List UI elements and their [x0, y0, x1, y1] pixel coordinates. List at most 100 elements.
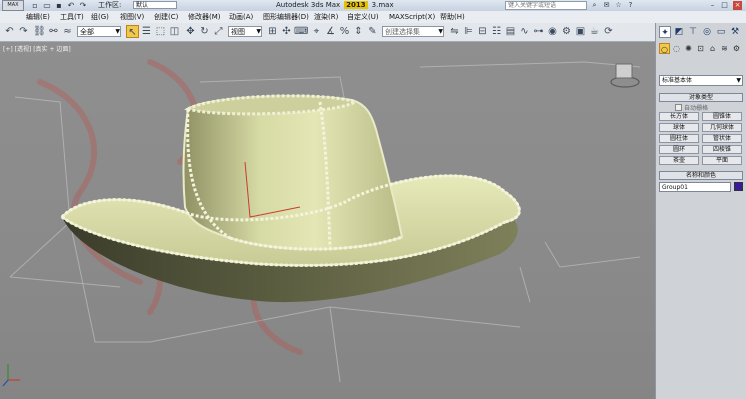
snaps-toggle-icon[interactable]: ⌖	[310, 25, 323, 38]
box-button[interactable]: 长方体	[659, 112, 699, 121]
plane-button[interactable]: 平面	[702, 156, 742, 165]
hat-crown	[182, 95, 404, 251]
shapes-icon[interactable]: ◌	[671, 43, 682, 54]
menu-group[interactable]: 组(G)	[91, 11, 109, 23]
keyboard-shortcut-override-icon[interactable]: ⌨	[294, 25, 308, 38]
select-and-move-icon[interactable]: ✥	[184, 25, 197, 38]
perspective-viewport[interactable]: [+] [透视] [真实 + 边面]	[0, 42, 655, 399]
torus-button[interactable]: 圆环	[659, 145, 699, 154]
undo-icon[interactable]: ↶	[66, 1, 76, 10]
object-color-swatch[interactable]	[734, 182, 743, 191]
menu-customize[interactable]: 自定义(U)	[347, 11, 379, 23]
display-tab-icon[interactable]: ▭	[715, 26, 727, 38]
selection-filter-select[interactable]: 全部 ▼	[77, 26, 121, 37]
rendered-frame-window-icon[interactable]: ▣	[574, 25, 587, 38]
schematic-view-icon[interactable]: ⊶	[532, 25, 545, 38]
select-and-rotate-icon[interactable]: ↻	[198, 25, 211, 38]
menu-views[interactable]: 视图(V)	[120, 11, 144, 23]
geometry-icon[interactable]: ○	[659, 43, 670, 54]
favorites-icon[interactable]: ☆	[614, 1, 623, 10]
utilities-tab-icon[interactable]: ⚒	[729, 26, 741, 38]
percent-snap-icon[interactable]: %	[338, 25, 351, 38]
autogrid-checkbox[interactable]: 自动栅格	[675, 103, 708, 112]
layer-manager-icon[interactable]: ☷	[490, 25, 503, 38]
open-file-icon[interactable]: ▭	[42, 1, 52, 10]
menu-help[interactable]: 帮助(H)	[440, 11, 465, 23]
teapot-button[interactable]: 茶壶	[659, 156, 699, 165]
window-crossing-icon[interactable]: ◫	[168, 25, 181, 38]
communication-center-icon[interactable]: ✉	[602, 1, 611, 10]
lights-icon[interactable]: ✺	[683, 43, 694, 54]
select-object-icon[interactable]: ↖	[126, 25, 139, 38]
undo-icon[interactable]: ↶	[3, 25, 16, 38]
cylinder-button[interactable]: 圆柱体	[659, 134, 699, 143]
render-setup-icon[interactable]: ⚙	[560, 25, 573, 38]
geosphere-button[interactable]: 几何球体	[702, 123, 742, 132]
curve-editor-icon[interactable]: ∿	[518, 25, 531, 38]
create-tab-icon[interactable]: ✦	[659, 26, 671, 38]
workspace-select[interactable]: 默认	[133, 1, 177, 9]
menu-animation[interactable]: 动画(A)	[229, 11, 253, 23]
cone-button[interactable]: 圆锥体	[702, 112, 742, 121]
helpers-icon[interactable]: ⌂	[707, 43, 718, 54]
scene-explorer-icon[interactable]: ⊟	[476, 25, 489, 38]
edit-named-selection-icon[interactable]: ✎	[366, 25, 379, 38]
space-warps-icon[interactable]: ≋	[719, 43, 730, 54]
object-type-rollout-header[interactable]: 对象类型	[659, 93, 743, 102]
menu-tools[interactable]: 工具(T)	[60, 11, 84, 23]
motion-tab-icon[interactable]: ◎	[701, 26, 713, 38]
axis-tripod-icon	[2, 364, 20, 387]
hierarchy-tab-icon[interactable]: ⊤	[687, 26, 699, 38]
menu-modifiers[interactable]: 修改器(M)	[188, 11, 221, 23]
select-by-name-icon[interactable]: ☰	[140, 25, 153, 38]
tube-button[interactable]: 管状体	[702, 134, 742, 143]
spinner-snap-icon[interactable]: ⇕	[352, 25, 365, 38]
name-and-color-rollout-header[interactable]: 名称和颜色	[659, 171, 743, 180]
manipulate-icon[interactable]: ✣	[280, 25, 293, 38]
view-cube-icon[interactable]	[610, 63, 640, 88]
sphere-button[interactable]: 球体	[659, 123, 699, 132]
new-file-icon[interactable]: ▫	[30, 1, 40, 10]
maximize-icon[interactable]: □	[720, 1, 729, 10]
menu-rendering[interactable]: 渲染(R)	[314, 11, 338, 23]
unlink-icon[interactable]: ⚯	[47, 25, 60, 38]
render-production-icon[interactable]: ☕	[588, 25, 601, 38]
menu-edit[interactable]: 编辑(E)	[26, 11, 50, 23]
named-selection-set-select[interactable]: 创建选择集 ▼	[382, 26, 444, 37]
bind-space-warp-icon[interactable]: ≈	[61, 25, 74, 38]
pivot-point-icon[interactable]: ⊞	[266, 25, 279, 38]
app-logo-button[interactable]: MAX	[2, 0, 24, 11]
save-icon[interactable]: ▪	[54, 1, 64, 10]
autogrid-checkbox-box[interactable]	[675, 104, 682, 111]
angle-snap-icon[interactable]: ∡	[324, 25, 337, 38]
align-icon[interactable]: ⊫	[462, 25, 475, 38]
file-name: 3.max	[371, 1, 394, 9]
graphite-ribbon-icon[interactable]: ▤	[504, 25, 517, 38]
cameras-icon[interactable]: ⊡	[695, 43, 706, 54]
window-title: Autodesk 3ds Max 2013 3.max	[276, 0, 394, 11]
redo-icon[interactable]: ↷	[17, 25, 30, 38]
app-name: Autodesk 3ds Max	[276, 1, 341, 9]
object-name-field[interactable]: Group01	[659, 182, 731, 192]
material-editor-icon[interactable]: ◉	[546, 25, 559, 38]
redo-icon[interactable]: ↷	[78, 1, 88, 10]
rectangular-selection-icon[interactable]: ⬚	[154, 25, 167, 38]
menu-create[interactable]: 创建(C)	[154, 11, 178, 23]
modify-tab-icon[interactable]: ◩	[673, 26, 685, 38]
close-icon[interactable]: ×	[733, 1, 742, 10]
menu-graph-editors[interactable]: 图形编辑器(D)	[263, 11, 309, 23]
reference-coordinate-select[interactable]: 视图 ▼	[228, 26, 262, 37]
mirror-icon[interactable]: ⇋	[448, 25, 461, 38]
systems-icon[interactable]: ⚙	[731, 43, 742, 54]
minimize-icon[interactable]: –	[708, 1, 717, 10]
help-icon[interactable]: ?	[626, 1, 635, 10]
search-input[interactable]: 键入关键字或短语	[505, 1, 587, 10]
select-and-scale-icon[interactable]: ⤢	[212, 25, 225, 38]
object-category-select[interactable]: 标准基本体 ▼	[659, 75, 743, 86]
menu-maxscript[interactable]: MAXScript(X)	[389, 11, 435, 23]
command-panel: ✦ ◩ ⊤ ◎ ▭ ⚒ ○ ◌ ✺ ⊡ ⌂ ≋ ⚙ 标准基本体 ▼ 对象类型 自动…	[655, 23, 746, 399]
render-iterative-icon[interactable]: ⟳	[602, 25, 615, 38]
select-and-link-icon[interactable]: ⛓	[33, 25, 46, 38]
pyramid-button[interactable]: 四棱锥	[702, 145, 742, 154]
binoculars-icon[interactable]: ⌕	[590, 1, 599, 10]
